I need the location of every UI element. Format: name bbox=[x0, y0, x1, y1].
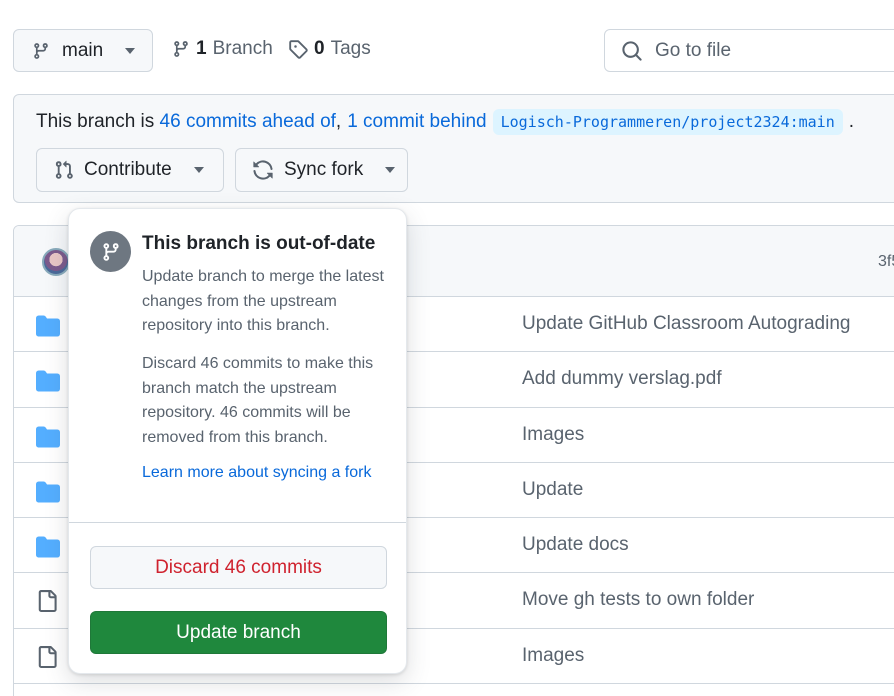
folder-icon bbox=[36, 369, 60, 398]
folder-icon bbox=[36, 535, 60, 564]
folder-icon bbox=[36, 425, 60, 454]
search-placeholder: Go to file bbox=[655, 39, 732, 61]
fork-status-box: This branch is 46 commits ahead of , 1 c… bbox=[13, 94, 894, 203]
chevron-down-icon bbox=[193, 167, 204, 173]
sync-fork-popover: This branch is out-of-date Update branch… bbox=[68, 208, 407, 674]
discard-commits-button[interactable]: Discard 46 commits bbox=[90, 546, 387, 589]
commit-message-link[interactable]: Update bbox=[522, 479, 583, 501]
divider bbox=[69, 522, 406, 523]
folder-icon bbox=[36, 480, 60, 509]
upstream-branch-link[interactable]: Logisch-Programmeren/project2324:main bbox=[492, 109, 843, 135]
commit-message-link[interactable]: Move gh tests to own folder bbox=[522, 589, 754, 611]
git-branch-icon bbox=[174, 41, 188, 57]
file-icon bbox=[36, 645, 58, 673]
tag-count: 0 bbox=[314, 38, 325, 59]
sync-fork-button[interactable]: Sync fork bbox=[235, 148, 408, 192]
commit-message-link[interactable]: Update docs bbox=[522, 534, 629, 556]
learn-more-link[interactable]: Learn more about syncing a fork bbox=[142, 464, 371, 482]
fork-status-prefix: This branch is bbox=[36, 111, 160, 132]
commit-message-link[interactable]: Add dummy verslag.pdf bbox=[522, 368, 722, 390]
sync-icon bbox=[253, 160, 273, 180]
search-icon bbox=[622, 40, 642, 61]
commits-behind-link[interactable]: 1 commit behind bbox=[347, 111, 486, 133]
chevron-down-icon bbox=[125, 47, 136, 54]
avatar[interactable] bbox=[42, 248, 70, 276]
update-description: Update branch to merge the latest change… bbox=[142, 268, 384, 334]
contribute-button[interactable]: Contribute bbox=[36, 148, 224, 192]
branch-word: Branch bbox=[212, 38, 273, 59]
sync-fork-label: Sync fork bbox=[284, 159, 364, 180]
fork-status-text: This branch is 46 commits ahead of , 1 c… bbox=[36, 109, 854, 135]
branch-name: main bbox=[62, 39, 104, 61]
commit-message-link[interactable]: Images bbox=[522, 645, 584, 667]
branch-count: 1 bbox=[196, 38, 207, 59]
tag-word: Tags bbox=[330, 38, 371, 59]
git-branch-icon bbox=[90, 231, 131, 272]
branch-select-button[interactable]: main bbox=[13, 29, 153, 72]
fork-status-comma: , bbox=[335, 111, 342, 132]
update-branch-button[interactable]: Update branch bbox=[90, 611, 387, 654]
commit-message-link[interactable]: Images bbox=[522, 424, 584, 446]
git-pull-request-icon bbox=[55, 160, 73, 179]
chevron-down-icon bbox=[385, 167, 396, 173]
contribute-label: Contribute bbox=[84, 159, 172, 180]
file-icon bbox=[36, 590, 58, 617]
discard-description: Discard 46 commits to make this branch m… bbox=[142, 355, 374, 446]
commit-hash-link[interactable]: 3f5 bbox=[878, 253, 894, 271]
git-branch-icon bbox=[34, 42, 48, 59]
fork-status-suffix: . bbox=[848, 111, 855, 132]
branches-link[interactable]: 1 Branch bbox=[172, 38, 273, 60]
commits-ahead-link[interactable]: 46 commits ahead of bbox=[160, 111, 336, 133]
folder-icon bbox=[36, 314, 60, 343]
go-to-file-input[interactable]: Go to file bbox=[604, 29, 894, 72]
popover-title: This branch is out-of-date bbox=[142, 233, 376, 254]
commit-message-link[interactable]: Update GitHub Classroom Autograding bbox=[522, 313, 850, 335]
tags-link[interactable]: 0 Tags bbox=[288, 38, 371, 60]
tag-icon bbox=[289, 40, 308, 59]
